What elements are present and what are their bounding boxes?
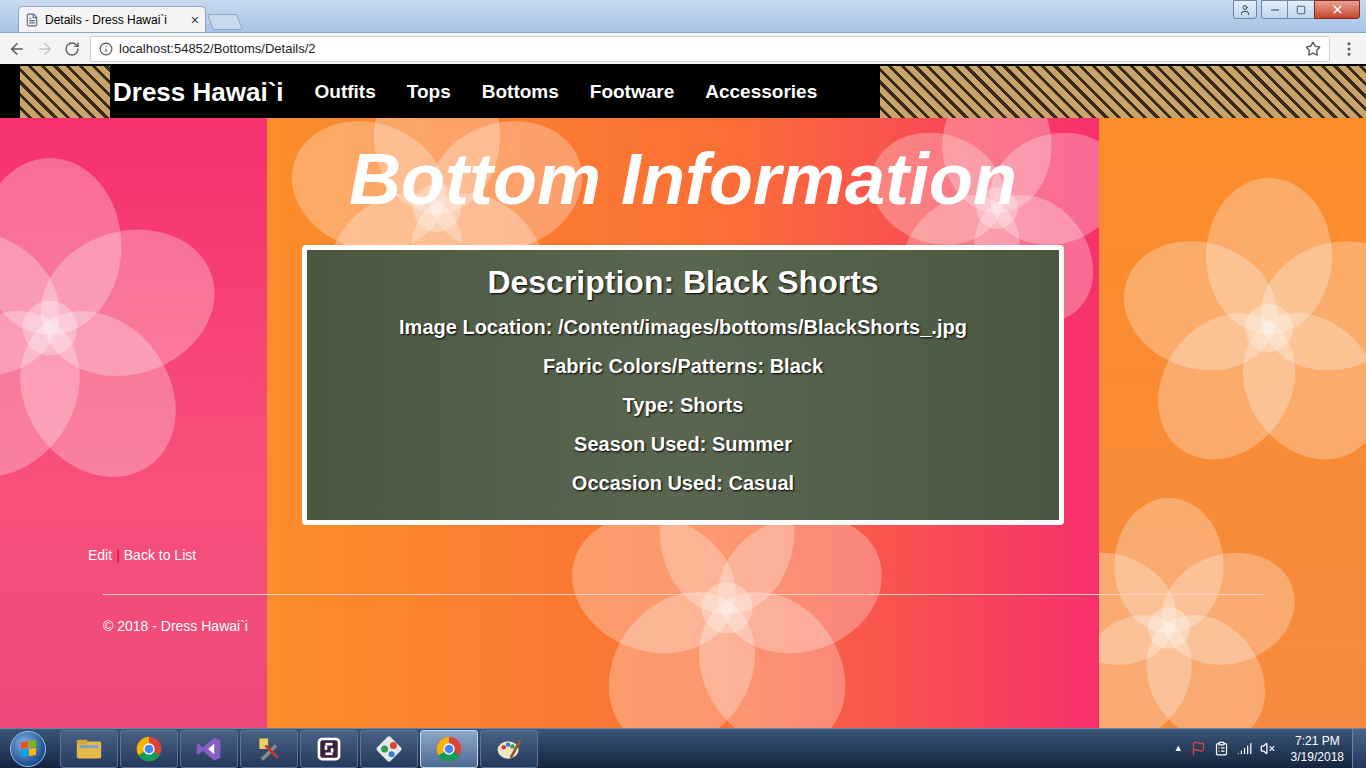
hibiscus-icon bbox=[0, 158, 220, 498]
detail-field: Type: Shorts bbox=[623, 386, 744, 425]
clock[interactable]: 7:21 PM3/19/2018 bbox=[1291, 733, 1344, 765]
maximize-icon bbox=[1296, 5, 1306, 15]
tools-icon bbox=[255, 735, 283, 763]
profile-button[interactable] bbox=[1233, 0, 1257, 19]
windows-logo-icon bbox=[21, 740, 36, 757]
taskbar-app[interactable] bbox=[180, 730, 238, 768]
action-links: Edit|Back to List bbox=[0, 545, 1366, 565]
page-heading: Bottom Information bbox=[0, 136, 1366, 222]
tab-close-button[interactable]: × bbox=[191, 13, 199, 27]
clipboard-icon[interactable] bbox=[1214, 741, 1229, 756]
taskbar-app[interactable] bbox=[300, 730, 358, 768]
nav-link[interactable]: Accessories bbox=[705, 78, 817, 107]
page-icon bbox=[25, 13, 39, 27]
detail-field: Season Used: Summer bbox=[574, 425, 792, 464]
network-icon[interactable] bbox=[1237, 741, 1252, 756]
desktop: Details - Dress Hawai`i × localhost:54852/… bbox=[0, 0, 1366, 768]
show-desktop-button[interactable] bbox=[1352, 729, 1366, 768]
tapa-pattern bbox=[20, 66, 110, 118]
taskbar-app[interactable] bbox=[480, 730, 538, 768]
folder-icon bbox=[74, 734, 104, 764]
browser-toolbar: localhost:54852/Bottoms/Details/2 bbox=[0, 32, 1366, 64]
taskbar-app[interactable] bbox=[240, 730, 298, 768]
user-icon bbox=[1239, 4, 1251, 16]
footer-text: © 2018 - Dress Hawai`i bbox=[0, 616, 1366, 636]
git-icon bbox=[375, 735, 403, 763]
action-center-icon[interactable] bbox=[1191, 741, 1206, 756]
taskbar: ▲ 7:21 PM3/19/2018 bbox=[0, 728, 1366, 768]
link-separator: | bbox=[116, 545, 120, 565]
tray-expand-button[interactable]: ▲ bbox=[1174, 742, 1183, 756]
web-page: Dress Hawai`i Outfits Tops Bottoms Footware A… bbox=[0, 64, 1366, 728]
nav-link[interactable]: Outfits bbox=[315, 78, 376, 107]
detail-field: Image Location: /Content/images/bottoms/… bbox=[399, 308, 967, 347]
reload-icon[interactable] bbox=[64, 41, 80, 57]
system-tray: ▲ 7:21 PM3/19/2018 bbox=[1174, 733, 1352, 765]
paint-icon bbox=[495, 735, 523, 763]
maximize-button[interactable] bbox=[1288, 0, 1314, 19]
hibiscus-icon bbox=[1119, 178, 1366, 478]
taskbar-app[interactable] bbox=[60, 730, 118, 768]
chrome-icon bbox=[135, 735, 163, 763]
nav-link[interactable]: Footware bbox=[590, 78, 674, 107]
back-to-list-link[interactable]: Back to List bbox=[124, 545, 196, 565]
close-window-button[interactable] bbox=[1314, 0, 1360, 19]
bookmark-star-icon[interactable] bbox=[1305, 41, 1321, 57]
footer-divider bbox=[103, 594, 1263, 595]
hibiscus-icon bbox=[1099, 498, 1299, 728]
chrome-icon bbox=[435, 735, 463, 763]
info-icon[interactable] bbox=[99, 42, 113, 56]
start-button[interactable] bbox=[0, 729, 56, 768]
slack-icon bbox=[315, 735, 343, 763]
url-text: localhost:54852/Bottoms/Details/2 bbox=[119, 39, 1299, 59]
details-title: Description: Black Shorts bbox=[487, 262, 878, 302]
new-tab-button[interactable] bbox=[207, 14, 243, 30]
details-card: Description: Black Shorts Image Location:… bbox=[302, 245, 1064, 525]
detail-field: Fabric Colors/Patterns: Black bbox=[543, 347, 823, 386]
tab-title: Details - Dress Hawai`i bbox=[45, 11, 185, 29]
back-icon[interactable] bbox=[8, 40, 26, 58]
volume-icon[interactable] bbox=[1260, 741, 1275, 756]
forward-icon[interactable] bbox=[36, 40, 54, 58]
nav-link[interactable]: Tops bbox=[407, 78, 451, 107]
nav-link[interactable]: Bottoms bbox=[482, 78, 559, 107]
navbar: Dress Hawai`i Outfits Tops Bottoms Footware A… bbox=[0, 66, 1366, 118]
main-area: Bottom Information Description: Black Sho… bbox=[0, 118, 1366, 728]
minimize-button[interactable] bbox=[1261, 0, 1288, 19]
menu-icon[interactable] bbox=[1340, 40, 1358, 58]
minimize-icon bbox=[1269, 4, 1281, 16]
taskbar-app[interactable] bbox=[120, 730, 178, 768]
browser-tab[interactable]: Details - Dress Hawai`i × bbox=[18, 6, 206, 32]
clock-date: 3/19/2018 bbox=[1291, 749, 1344, 765]
visual-studio-icon bbox=[195, 735, 223, 763]
edit-link[interactable]: Edit bbox=[88, 545, 112, 565]
brand-link[interactable]: Dress Hawai`i bbox=[113, 73, 284, 112]
address-bar[interactable]: localhost:54852/Bottoms/Details/2 bbox=[90, 36, 1330, 62]
title-bar: Details - Dress Hawai`i × bbox=[0, 0, 1366, 32]
clock-time: 7:21 PM bbox=[1295, 733, 1340, 749]
taskbar-app[interactable] bbox=[420, 730, 478, 768]
detail-field: Occasion Used: Casual bbox=[572, 464, 794, 503]
taskbar-app[interactable] bbox=[360, 730, 418, 768]
close-icon bbox=[1331, 3, 1344, 16]
tapa-pattern bbox=[880, 66, 1366, 118]
